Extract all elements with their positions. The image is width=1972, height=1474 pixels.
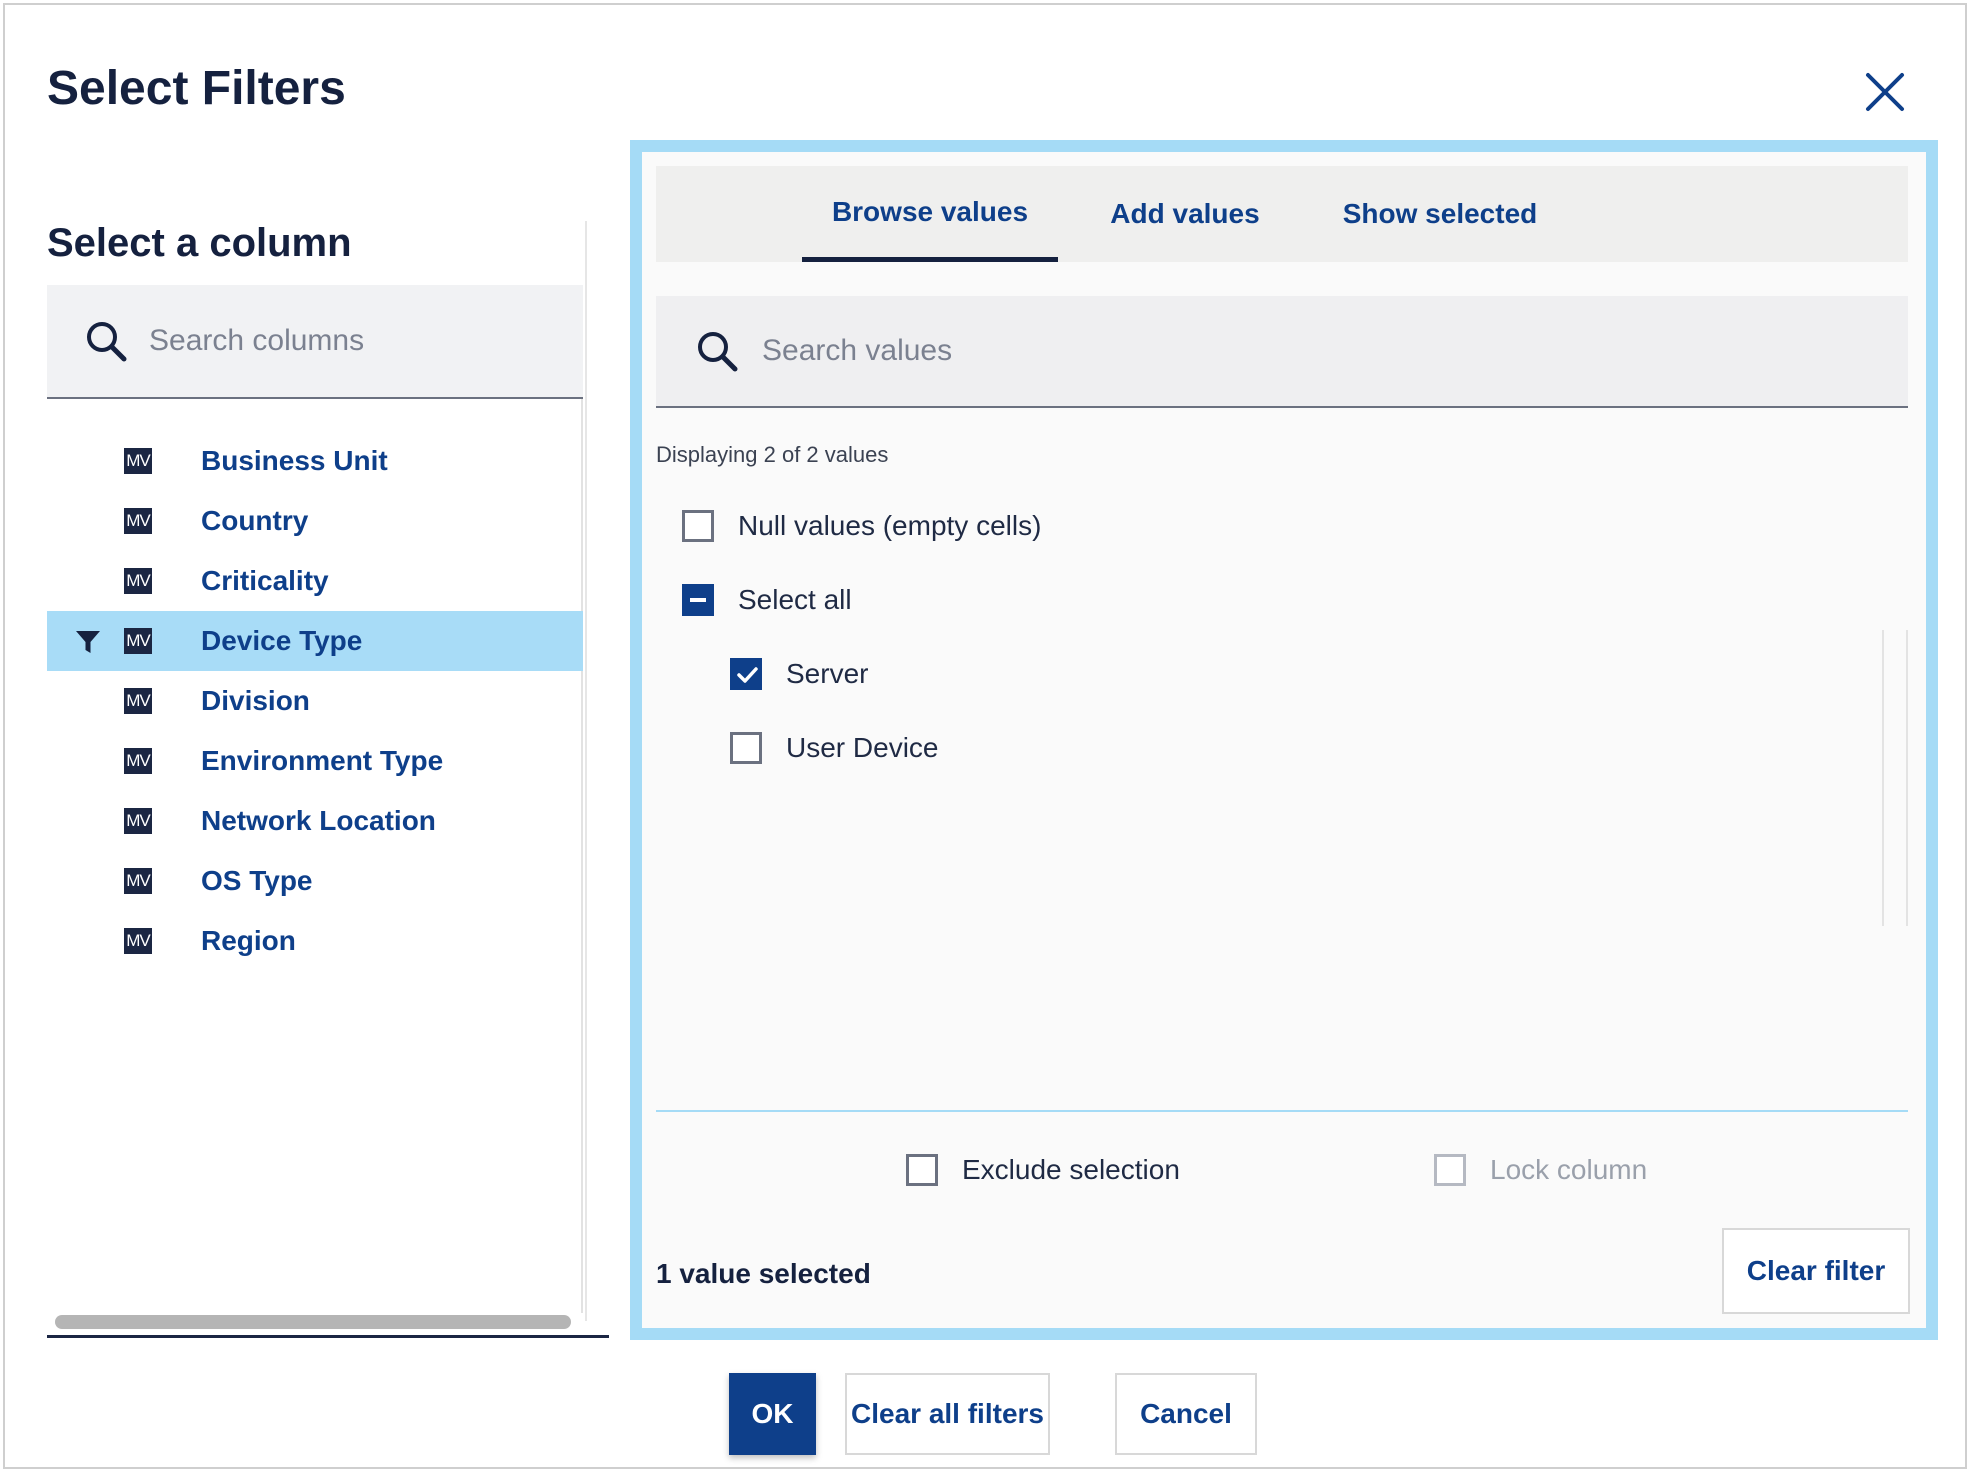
tab-show-selected[interactable]: Show selected	[1312, 166, 1568, 262]
column-label: OS Type	[201, 865, 313, 896]
search-icon	[698, 332, 738, 372]
search-icon	[87, 322, 127, 362]
column-item-country[interactable]: MV Country	[47, 491, 583, 551]
exclude-selection-label: Exclude selection	[962, 1154, 1180, 1185]
values-tabs: Browse values Add values Show selected	[656, 166, 1908, 262]
column-panel-edge	[585, 221, 587, 1321]
dialog-title: Select Filters	[47, 62, 346, 115]
values-search-field[interactable]: Search values	[656, 296, 1908, 408]
lock-column-option: Lock column	[1434, 1154, 1647, 1186]
horizontal-scrollbar-thumb[interactable]	[55, 1315, 571, 1329]
mv-icon: MV	[124, 688, 152, 714]
select-column-heading: Select a column	[47, 221, 352, 265]
filter-funnel-icon	[76, 631, 100, 653]
column-label: Network Location	[201, 805, 436, 836]
select-all-option[interactable]: Select all	[682, 584, 852, 616]
value-label: Server	[786, 658, 869, 689]
column-item-os-type[interactable]: MV OS Type	[47, 851, 583, 911]
mv-icon: MV	[124, 448, 152, 474]
mv-icon: MV	[124, 868, 152, 894]
column-item-business-unit[interactable]: MV Business Unit	[47, 431, 583, 491]
null-values-label: Null values (empty cells)	[738, 510, 1042, 541]
select-all-label: Select all	[738, 584, 852, 615]
user-device-checkbox[interactable]	[730, 732, 762, 764]
select-filters-dialog: Select Filters Select a column Search co…	[3, 3, 1967, 1469]
exclude-selection-option[interactable]: Exclude selection	[906, 1154, 1180, 1186]
lock-column-checkbox	[1434, 1154, 1466, 1186]
values-vertical-scrollbar[interactable]	[1882, 630, 1908, 926]
options-divider	[656, 1110, 1908, 1112]
lock-column-label: Lock column	[1490, 1154, 1648, 1185]
tab-browse-values[interactable]: Browse values	[802, 166, 1058, 262]
column-panel: Search columns MV Business Unit MV Count…	[47, 285, 583, 1313]
mv-icon: MV	[124, 808, 152, 834]
column-label: Device Type	[201, 625, 363, 656]
column-item-division[interactable]: MV Division	[47, 671, 583, 731]
close-button[interactable]	[1860, 67, 1910, 117]
clear-all-filters-button[interactable]: Clear all filters	[845, 1373, 1050, 1455]
tab-add-values[interactable]: Add values	[1058, 166, 1312, 262]
mv-icon: MV	[124, 568, 152, 594]
column-item-environment-type[interactable]: MV Environment Type	[47, 731, 583, 791]
checkmark-icon	[737, 667, 758, 683]
column-label: Environment Type	[201, 745, 444, 776]
clear-filter-button[interactable]: Clear filter	[1722, 1228, 1910, 1314]
mv-icon: MV	[124, 628, 152, 654]
close-icon	[1866, 73, 1904, 111]
cancel-button[interactable]: Cancel	[1115, 1373, 1257, 1455]
null-values-option[interactable]: Null values (empty cells)	[682, 510, 1041, 542]
values-panel: Browse values Add values Show selected S…	[630, 140, 1938, 1340]
value-option-user-device[interactable]: User Device	[730, 732, 938, 764]
column-item-network-location[interactable]: MV Network Location	[47, 791, 583, 851]
column-label: Region	[201, 925, 296, 956]
column-search-field[interactable]: Search columns	[47, 285, 583, 399]
mv-icon: MV	[124, 508, 152, 534]
exclude-selection-checkbox[interactable]	[906, 1154, 938, 1186]
column-label: Division	[201, 685, 310, 716]
values-search-placeholder: Search values	[762, 334, 953, 367]
column-item-region[interactable]: MV Region	[47, 911, 583, 971]
value-option-server[interactable]: Server	[730, 658, 868, 690]
value-label: User Device	[786, 732, 939, 763]
selected-count-text: 1 value selected	[656, 1258, 871, 1289]
column-item-device-type[interactable]: MV Device Type	[47, 611, 583, 671]
null-values-checkbox[interactable]	[682, 510, 714, 542]
column-item-criticality[interactable]: MV Criticality	[47, 551, 583, 611]
column-search-placeholder: Search columns	[149, 324, 365, 357]
ok-button[interactable]: OK	[729, 1373, 816, 1455]
column-label: Business Unit	[201, 445, 388, 476]
mv-icon: MV	[124, 748, 152, 774]
mv-icon: MV	[124, 928, 152, 954]
column-list: MV Business Unit MV Country MV Criticali…	[47, 431, 583, 971]
server-checkbox[interactable]	[730, 658, 762, 690]
display-count-text: Displaying 2 of 2 values	[656, 442, 889, 467]
column-label: Criticality	[201, 565, 329, 596]
select-all-checkbox[interactable]	[682, 584, 714, 616]
column-label: Country	[201, 505, 309, 536]
